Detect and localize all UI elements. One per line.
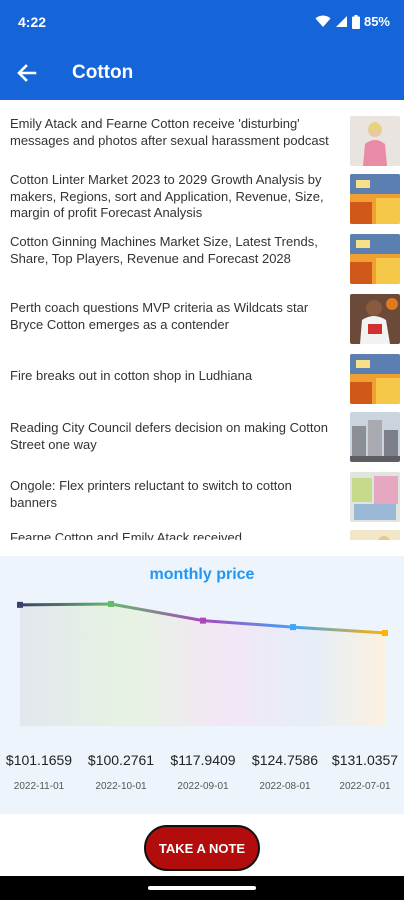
news-thumbnail: [350, 412, 400, 462]
date-label: 2022-09-01: [177, 781, 229, 792]
battery-percent: 85%: [363, 14, 390, 29]
data-point[interactable]: [290, 624, 296, 631]
arrow-left-icon: [17, 64, 37, 82]
battery-icon: [351, 14, 360, 29]
news-headline: Ongole: Flex printers reluctant to switc…: [10, 478, 292, 510]
price-label: $100.2761: [87, 752, 155, 768]
date-label: 2022-10-01: [95, 781, 147, 792]
news-headline: Cotton Ginning Machines Market Size, Lat…: [10, 234, 318, 266]
news-thumbnail: [350, 472, 400, 522]
news-headline: Fire breaks out in cotton shop in Ludhia…: [10, 368, 253, 383]
news-thumbnail: [350, 234, 400, 284]
take-note-button[interactable]: TAKE A NOTE: [144, 825, 260, 871]
news-thumbnail: [350, 530, 400, 540]
news-headline: Cotton Linter Market 2023 to 2029 Growth…: [10, 172, 324, 220]
back-button[interactable]: [14, 60, 40, 86]
news-thumbnail: [350, 354, 400, 404]
status-icons: 85%: [315, 14, 390, 29]
news-headline: Emily Atack and Fearne Cotton receive 'd…: [10, 116, 329, 148]
chart-title: monthly price: [149, 566, 255, 583]
news-headline: Reading City Council defers decision on …: [10, 420, 328, 452]
news-item[interactable]: Cotton Ginning Machines Market Size, Lat…: [0, 232, 404, 288]
app-bar: Cotton: [0, 46, 404, 100]
data-point[interactable]: [382, 630, 388, 636]
status-time: 4:22: [18, 14, 47, 30]
news-item[interactable]: Reading City Council defers decision on …: [0, 412, 404, 468]
news-headline: Fearne Cotton and Emily Atack received: [10, 530, 242, 540]
news-item[interactable]: Perth coach questions MVP criteria as Wi…: [0, 292, 404, 348]
data-point[interactable]: [108, 601, 114, 607]
news-thumbnail: [350, 294, 400, 344]
date-label: 2022-08-01: [259, 781, 311, 792]
home-gesture-handle[interactable]: [148, 886, 256, 890]
news-item[interactable]: Cotton Linter Market 2023 to 2029 Growth…: [0, 172, 404, 230]
price-label: $131.0357: [331, 752, 399, 768]
chart-panel: monthly price $101.1659 $100.2761 $117.9…: [0, 556, 404, 814]
system-nav-bar: [0, 876, 404, 900]
signal-icon: [335, 15, 348, 28]
news-item[interactable]: Fearne Cotton and Emily Atack received: [0, 526, 404, 540]
wifi-icon: [315, 15, 331, 28]
news-item[interactable]: Fire breaks out in cotton shop in Ludhia…: [0, 352, 404, 408]
news-headline: Perth coach questions MVP criteria as Wi…: [10, 300, 309, 332]
price-chart: [17, 601, 388, 726]
price-label: $101.1659: [5, 752, 73, 768]
news-item[interactable]: Ongole: Flex printers reluctant to switc…: [0, 470, 404, 526]
news-thumbnail: [350, 174, 400, 224]
date-label: 2022-11-01: [13, 781, 65, 792]
date-label: 2022-07-01: [339, 781, 391, 792]
data-point[interactable]: [17, 601, 23, 608]
price-label: $124.7586: [251, 752, 319, 768]
data-point[interactable]: [200, 617, 206, 624]
news-item[interactable]: Emily Atack and Fearne Cotton receive 'd…: [0, 114, 404, 170]
price-label: $117.9409: [170, 752, 236, 768]
news-list[interactable]: Emily Atack and Fearne Cotton receive 'd…: [0, 108, 404, 540]
status-bar: 4:22 85%: [0, 0, 404, 46]
news-thumbnail: [350, 116, 400, 166]
page-title: Cotton: [72, 62, 134, 83]
